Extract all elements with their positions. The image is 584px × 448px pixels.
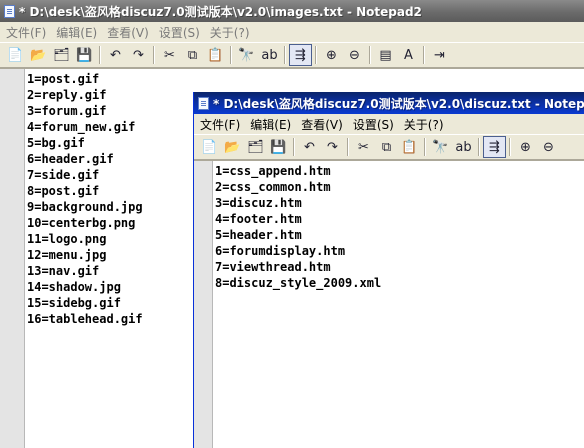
save-icon[interactable]: 💾 bbox=[73, 44, 96, 66]
toolbar: 📄 📂 🗂 💾 ↶ ↷ ✂ ⧉ 📋 🔭 ab ⇶ ⊕ ⊖ bbox=[194, 134, 584, 160]
menu-about[interactable]: 关于(?) bbox=[210, 24, 250, 41]
new-icon[interactable]: 📄 bbox=[4, 44, 27, 66]
notepad-icon bbox=[198, 96, 209, 110]
toolbar-separator bbox=[509, 138, 511, 156]
text-line: 5=header.htm bbox=[215, 228, 302, 242]
line-number-gutter bbox=[0, 69, 25, 448]
text-line: 2=css_common.htm bbox=[215, 180, 331, 194]
menu-file[interactable]: 文件(F) bbox=[200, 116, 240, 133]
menu-bar: 文件(F) 编辑(E) 查看(V) 设置(S) 关于(?) bbox=[0, 22, 584, 42]
notepad-icon bbox=[4, 4, 15, 18]
toolbar-separator bbox=[424, 138, 426, 156]
menu-edit[interactable]: 编辑(E) bbox=[56, 24, 97, 41]
text-line: 6=forumdisplay.htm bbox=[215, 244, 346, 258]
toolbar-separator bbox=[293, 138, 295, 156]
redo-icon[interactable]: ↷ bbox=[321, 136, 344, 158]
replace-icon[interactable]: ab bbox=[452, 136, 475, 158]
title-bar[interactable]: * D:\desk\盗风格discuz7.0测试版本\v2.0\images.t… bbox=[0, 0, 584, 22]
toolbar-separator bbox=[284, 46, 286, 64]
menu-view[interactable]: 查看(V) bbox=[301, 116, 343, 133]
open-icon[interactable]: 📂 bbox=[221, 136, 244, 158]
cut-icon[interactable]: ✂ bbox=[352, 136, 375, 158]
browse-icon[interactable]: 🗂 bbox=[50, 44, 73, 66]
text-line: 3=discuz.htm bbox=[215, 196, 302, 210]
copy-icon[interactable]: ⧉ bbox=[181, 44, 204, 66]
menu-settings[interactable]: 设置(S) bbox=[159, 24, 200, 41]
exit-icon[interactable]: ⇥ bbox=[428, 44, 451, 66]
zoom-in-icon[interactable]: ⊕ bbox=[514, 136, 537, 158]
zoom-in-icon[interactable]: ⊕ bbox=[320, 44, 343, 66]
new-icon[interactable]: 📄 bbox=[198, 136, 221, 158]
font-icon[interactable]: A bbox=[397, 44, 420, 66]
menu-view[interactable]: 查看(V) bbox=[107, 24, 149, 41]
paste-icon[interactable]: 📋 bbox=[398, 136, 421, 158]
text-line: 7=viewthread.htm bbox=[215, 260, 331, 274]
menu-about[interactable]: 关于(?) bbox=[404, 116, 444, 133]
redo-icon[interactable]: ↷ bbox=[127, 44, 150, 66]
toolbar-separator bbox=[347, 138, 349, 156]
find-icon[interactable]: 🔭 bbox=[429, 136, 452, 158]
title-bar[interactable]: * D:\desk\盗风格discuz7.0测试版本\v2.0\discuz.t… bbox=[194, 92, 584, 114]
toolbar-separator bbox=[423, 46, 425, 64]
replace-icon[interactable]: ab bbox=[258, 44, 281, 66]
text-line: 1=post.gif bbox=[27, 72, 100, 86]
toolbar-separator bbox=[369, 46, 371, 64]
undo-icon[interactable]: ↶ bbox=[298, 136, 321, 158]
toolbar-separator bbox=[153, 46, 155, 64]
menu-settings[interactable]: 设置(S) bbox=[353, 116, 394, 133]
menu-bar: 文件(F) 编辑(E) 查看(V) 设置(S) 关于(?) bbox=[194, 114, 584, 134]
open-icon[interactable]: 📂 bbox=[27, 44, 50, 66]
toolbar: 📄 📂 🗂 💾 ↶ ↷ ✂ ⧉ 📋 🔭 ab ⇶ ⊕ ⊖ ▤ A ⇥ bbox=[0, 42, 584, 68]
wordwrap-icon[interactable]: ⇶ bbox=[289, 44, 312, 66]
schemes-icon[interactable]: ▤ bbox=[374, 44, 397, 66]
text-line: 1=css_append.htm bbox=[215, 164, 331, 178]
undo-icon[interactable]: ↶ bbox=[104, 44, 127, 66]
paste-icon[interactable]: 📋 bbox=[204, 44, 227, 66]
text-area[interactable]: 1=css_append.htm 2=css_common.htm 3=disc… bbox=[213, 161, 584, 448]
notepad2-window-discuz[interactable]: * D:\desk\盗风格discuz7.0测试版本\v2.0\discuz.t… bbox=[193, 92, 584, 448]
toolbar-separator bbox=[99, 46, 101, 64]
find-icon[interactable]: 🔭 bbox=[235, 44, 258, 66]
copy-icon[interactable]: ⧉ bbox=[375, 136, 398, 158]
wordwrap-icon[interactable]: ⇶ bbox=[483, 136, 506, 158]
browse-icon[interactable]: 🗂 bbox=[244, 136, 267, 158]
zoom-out-icon[interactable]: ⊖ bbox=[537, 136, 560, 158]
toolbar-separator bbox=[315, 46, 317, 64]
zoom-out-icon[interactable]: ⊖ bbox=[343, 44, 366, 66]
cut-icon[interactable]: ✂ bbox=[158, 44, 181, 66]
toolbar-separator bbox=[478, 138, 480, 156]
text-line: 8=discuz_style_2009.xml bbox=[215, 276, 382, 290]
window-title: * D:\desk\盗风格discuz7.0测试版本\v2.0\discuz.t… bbox=[213, 96, 584, 111]
line-number-gutter bbox=[194, 161, 213, 448]
menu-file[interactable]: 文件(F) bbox=[6, 24, 46, 41]
menu-edit[interactable]: 编辑(E) bbox=[250, 116, 291, 133]
editor-pane[interactable]: 1=css_append.htm 2=css_common.htm 3=disc… bbox=[194, 160, 584, 448]
text-line: 4=footer.htm bbox=[215, 212, 302, 226]
toolbar-separator bbox=[230, 46, 232, 64]
window-title: * D:\desk\盗风格discuz7.0测试版本\v2.0\images.t… bbox=[19, 4, 422, 19]
save-icon[interactable]: 💾 bbox=[267, 136, 290, 158]
